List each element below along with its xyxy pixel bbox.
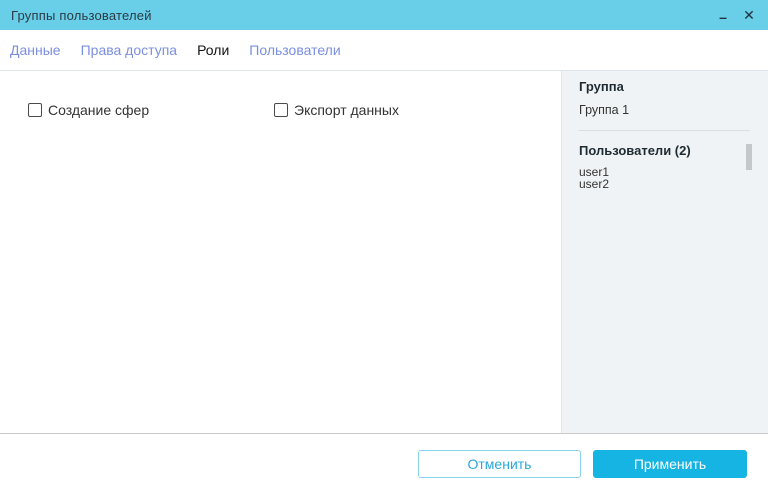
users-header: Пользователи (2) bbox=[579, 143, 691, 158]
checkbox-label: Экспорт данных bbox=[294, 102, 399, 118]
group-info-panel: Группа Группа 1 Пользователи (2) user1 u… bbox=[561, 71, 768, 433]
window-controls: – ✕ bbox=[712, 0, 760, 30]
checkbox-create-spheres[interactable]: Создание сфер bbox=[28, 102, 149, 118]
checkbox-box-icon[interactable] bbox=[28, 103, 42, 117]
roles-content: Создание сфер Экспорт данных bbox=[0, 71, 561, 433]
titlebar: Группы пользователей – ✕ bbox=[0, 0, 768, 30]
close-icon[interactable]: ✕ bbox=[738, 3, 760, 27]
footer: Отменить Применить bbox=[0, 434, 768, 491]
panel-divider bbox=[579, 130, 750, 131]
cancel-button[interactable]: Отменить bbox=[418, 450, 581, 478]
checkbox-box-icon[interactable] bbox=[274, 103, 288, 117]
tab-data[interactable]: Данные bbox=[10, 42, 71, 58]
list-item: user2 bbox=[579, 177, 610, 191]
group-header: Группа bbox=[579, 79, 624, 94]
checkbox-label: Создание сфер bbox=[48, 102, 150, 118]
minimize-icon[interactable]: – bbox=[712, 3, 734, 27]
tab-access-rights[interactable]: Права доступа bbox=[71, 42, 187, 58]
scrollbar-thumb[interactable] bbox=[746, 144, 752, 170]
checkbox-export-data[interactable]: Экспорт данных bbox=[274, 102, 399, 118]
apply-button[interactable]: Применить bbox=[593, 450, 747, 478]
tab-roles[interactable]: Роли bbox=[187, 42, 239, 58]
group-name: Группа 1 bbox=[579, 103, 630, 117]
tab-users[interactable]: Пользователи bbox=[239, 42, 350, 58]
user-list[interactable]: user1 user2 bbox=[579, 166, 750, 190]
window-title: Группы пользователей bbox=[11, 7, 152, 23]
tab-bar: Данные Права доступа Роли Пользователи bbox=[0, 30, 768, 70]
